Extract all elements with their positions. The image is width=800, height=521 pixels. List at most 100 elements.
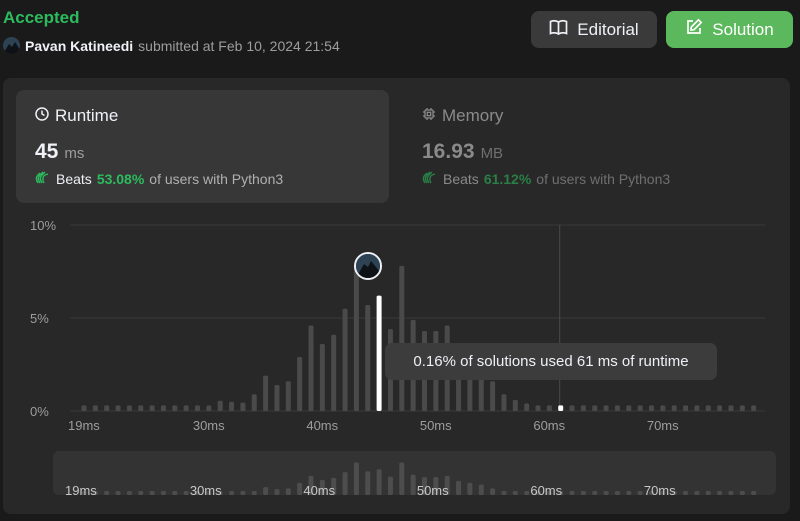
overview-bar [637, 491, 643, 495]
overview-bar [751, 491, 757, 495]
distribution-bar[interactable] [512, 399, 518, 411]
distribution-bar[interactable] [637, 405, 643, 411]
overview-bar [229, 491, 235, 495]
distribution-bar[interactable] [297, 357, 303, 411]
overview-bar [115, 491, 121, 495]
distribution-bar[interactable] [263, 375, 269, 411]
distribution-bar[interactable] [319, 344, 325, 411]
overview-bar [478, 484, 484, 495]
distribution-bar[interactable] [183, 405, 189, 411]
distribution-bar[interactable] [592, 405, 598, 411]
distribution-bar[interactable] [535, 405, 541, 411]
distribution-bar[interactable] [285, 381, 291, 411]
distribution-bar[interactable] [649, 405, 654, 411]
overview-bar [342, 472, 348, 495]
distribution-bar[interactable] [626, 405, 632, 411]
distribution-bar[interactable] [172, 405, 178, 411]
overview-bar [240, 491, 246, 495]
overview-bar [126, 491, 132, 495]
overview-bar [456, 480, 462, 495]
overview-bar [387, 476, 393, 495]
overview-tick-label: 60ms [530, 483, 562, 498]
hover-tooltip: 0.16% of solutions used 61 ms of runtime [385, 343, 717, 380]
distribution-bar[interactable] [739, 405, 745, 411]
overview-bar [149, 491, 155, 495]
distribution-bar[interactable] [399, 265, 405, 411]
overview-bar [376, 469, 382, 495]
overview-bar [614, 491, 620, 495]
distribution-bar[interactable] [81, 405, 87, 411]
distribution-bar[interactable] [342, 308, 348, 411]
x-tick-label: 30ms [193, 418, 225, 433]
overview-bar [263, 487, 269, 495]
distribution-bar[interactable] [104, 405, 110, 411]
overview-bar [251, 491, 257, 495]
overview-bar [410, 474, 416, 495]
x-tick-label: 70ms [647, 418, 679, 433]
distribution-bar[interactable] [240, 402, 246, 411]
overview-bar [705, 491, 711, 495]
distribution-bar[interactable] [138, 405, 144, 411]
user-position-avatar[interactable] [354, 252, 382, 280]
overview-tick-label: 70ms [644, 483, 676, 498]
overview-bar [138, 491, 144, 495]
user-runtime-bar[interactable] [376, 295, 382, 411]
overview-tick-label: 30ms [190, 483, 222, 498]
distribution-bar[interactable] [683, 405, 689, 411]
distribution-bar[interactable] [115, 405, 121, 411]
distribution-bar[interactable] [217, 400, 223, 411]
distribution-bar[interactable] [524, 403, 530, 411]
distribution-bar[interactable] [331, 334, 337, 411]
distribution-bar[interactable] [195, 405, 200, 411]
distribution-bar[interactable] [705, 405, 711, 411]
overview-bar [399, 462, 405, 495]
distribution-bar[interactable] [126, 405, 132, 411]
runtime-distribution-chart[interactable]: 10% 5% 0% 19ms 30ms 40ms 50ms 60ms 70ms 19ms 30ms 4… [0, 0, 800, 521]
distribution-bar[interactable] [229, 401, 235, 411]
distribution-bar[interactable] [694, 405, 700, 411]
overview-tick-label: 40ms [303, 483, 335, 498]
overview-bar [183, 491, 189, 495]
distribution-bar[interactable] [206, 405, 212, 411]
distribution-bar[interactable] [251, 394, 257, 411]
distribution-bar[interactable] [569, 405, 575, 411]
distribution-bar[interactable] [92, 405, 98, 411]
overview-bar [501, 491, 507, 495]
overview-bar [592, 491, 598, 495]
overview-bar [490, 488, 496, 495]
overview-bar [524, 491, 530, 495]
x-tick-label: 19ms [68, 418, 100, 433]
distribution-bar[interactable] [365, 304, 371, 411]
distribution-bar[interactable] [546, 405, 552, 411]
overview-bar [683, 491, 689, 495]
y-tick-label: 10% [30, 218, 56, 233]
x-tick-label: 50ms [420, 418, 452, 433]
distribution-bar[interactable] [751, 405, 757, 411]
y-tick-label: 5% [30, 311, 49, 326]
overview-bar [172, 491, 178, 495]
overview-tick-label: 50ms [417, 483, 449, 498]
overview-bar [297, 482, 303, 495]
x-tick-label: 60ms [533, 418, 565, 433]
distribution-bar[interactable] [353, 265, 359, 411]
distribution-bar[interactable] [149, 405, 155, 411]
distribution-bar[interactable] [660, 405, 666, 411]
distribution-bar[interactable] [308, 325, 314, 411]
distribution-bar[interactable] [603, 405, 609, 411]
overview-bar [285, 488, 291, 495]
overview-bar [694, 491, 700, 495]
overview-bar [274, 489, 280, 495]
distribution-bar[interactable] [490, 381, 496, 411]
distribution-bar[interactable] [274, 384, 280, 411]
distribution-bar[interactable] [614, 405, 620, 411]
distribution-bar[interactable] [580, 405, 586, 411]
overview-bar [467, 482, 473, 495]
distribution-bar[interactable] [671, 405, 677, 411]
distribution-bar[interactable] [501, 394, 507, 411]
hovered-bar[interactable] [558, 405, 564, 411]
overview-bar [728, 491, 734, 495]
distribution-bar[interactable] [728, 405, 734, 411]
distribution-bar[interactable] [160, 405, 166, 411]
distribution-bar[interactable] [717, 405, 723, 411]
overview-bar [512, 491, 518, 495]
